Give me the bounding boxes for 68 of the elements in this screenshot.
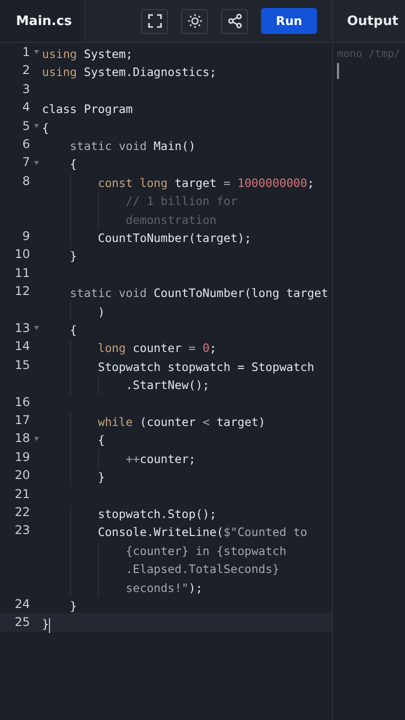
line-number: 17 xyxy=(14,412,30,430)
line-number: 19 xyxy=(14,448,30,466)
line-number: 5 xyxy=(22,118,30,135)
line-number: 9 xyxy=(22,228,30,246)
line-number: 10 xyxy=(14,246,30,264)
line-number: 21 xyxy=(14,486,30,503)
code-line: long counter = 0; xyxy=(42,339,217,358)
line-number: 16 xyxy=(14,394,30,411)
code-line: } xyxy=(68,598,77,616)
line-number: 3 xyxy=(22,80,30,98)
sun-icon xyxy=(186,13,202,29)
line-number: 4 xyxy=(22,99,30,116)
fullscreen-button[interactable] xyxy=(141,8,168,34)
run-button[interactable]: Run xyxy=(261,8,317,34)
code-line: using System.Diagnostics; xyxy=(42,64,217,82)
line-number: 2 xyxy=(22,62,30,80)
share-button[interactable] xyxy=(221,8,248,34)
code-line: .StartNew(); xyxy=(42,376,210,395)
code-line: ) xyxy=(42,302,105,322)
code-line: CountToNumber(target); xyxy=(42,229,252,248)
code-line: const long target = 1000000000; xyxy=(42,174,314,192)
code-line: stopwatch.Stop(); xyxy=(42,505,217,524)
code-line: demonstration xyxy=(42,210,217,230)
text-cursor xyxy=(337,63,339,79)
output-title: Output xyxy=(346,12,400,30)
line-number: 13 xyxy=(14,320,30,338)
code-line: Console.WriteLine($"Counted to xyxy=(42,523,308,542)
line-number: 6 xyxy=(22,136,30,154)
line-number: 15 xyxy=(14,356,30,374)
line-number: 1 xyxy=(22,44,30,61)
fullscreen-icon xyxy=(146,13,162,29)
file-tab[interactable]: Main.cs xyxy=(0,0,85,42)
line-number: 18 xyxy=(14,430,30,448)
line-number: 7 xyxy=(22,154,30,172)
line-number: 24 xyxy=(14,596,30,614)
line-number: 12 xyxy=(14,283,30,300)
line-number: 20 xyxy=(14,467,30,484)
code-line: { xyxy=(68,156,77,174)
theme-button[interactable] xyxy=(181,8,208,34)
line-number: 14 xyxy=(14,338,30,356)
code-line: Stopwatch stopwatch = Stopwatch xyxy=(42,358,314,376)
fold-icon[interactable] xyxy=(34,124,38,128)
code-line: { xyxy=(42,431,105,450)
line-number: 25 xyxy=(14,614,30,632)
code-line: // 1 billion for xyxy=(42,192,238,211)
code-line: while (counter < target) xyxy=(42,413,266,432)
code-line: .Elapsed.TotalSeconds} xyxy=(42,560,280,579)
code-line: } xyxy=(68,248,77,266)
code-line: seconds!"); xyxy=(42,578,203,598)
share-icon xyxy=(226,13,242,29)
fold-icon[interactable] xyxy=(34,436,38,441)
code-line: static void Main() xyxy=(68,138,196,156)
code-line: class Program xyxy=(42,101,133,118)
code-line: using System; xyxy=(42,46,133,63)
line-number: 11 xyxy=(14,264,30,282)
code-line: { xyxy=(68,322,77,340)
code-line: {counter} in {stopwatch xyxy=(42,542,286,560)
code-line: ++counter; xyxy=(42,450,196,468)
fold-icon[interactable] xyxy=(34,160,38,165)
line-number: 8 xyxy=(22,172,30,190)
code-line: } xyxy=(42,468,105,487)
fold-icon[interactable] xyxy=(34,50,38,54)
line-number: 23 xyxy=(14,522,30,540)
line-number: 22 xyxy=(14,504,30,522)
code-line: static void CountToNumber(long target xyxy=(68,285,328,302)
fold-icon[interactable] xyxy=(34,326,38,330)
code-line: { xyxy=(42,120,49,137)
code-line: } xyxy=(42,616,50,634)
